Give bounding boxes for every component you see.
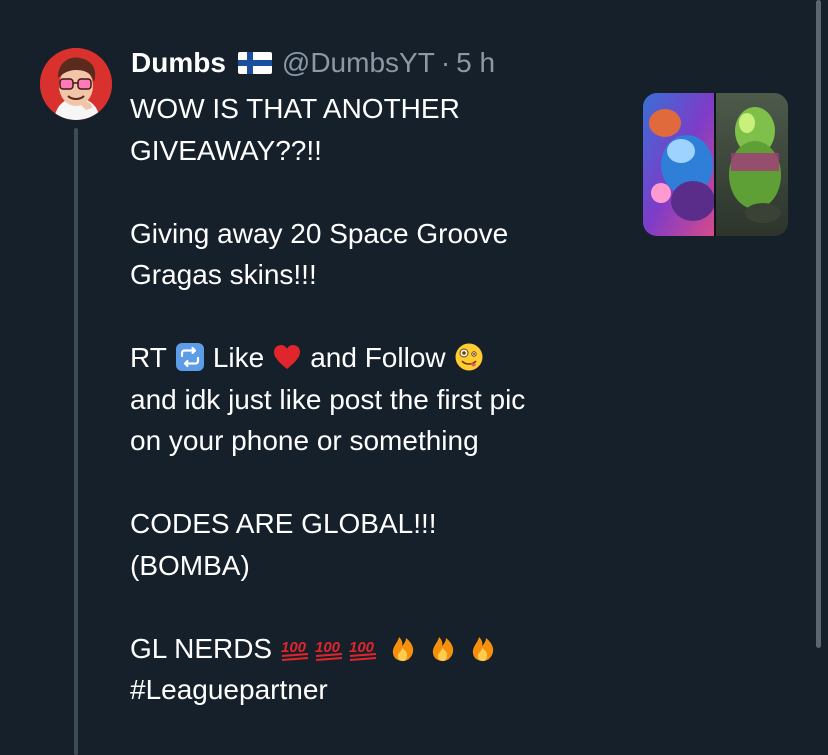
- hundred-points-emoji-icon: 100: [349, 639, 377, 661]
- tweet-header: Dumbs @DumbsYT · 5 h: [131, 45, 495, 81]
- like-text: Like: [212, 342, 265, 373]
- tweet-line: Giving away 20 Space Groove: [130, 217, 509, 249]
- tweet-line: Gragas skins!!!: [130, 259, 317, 290]
- tweet-text: WOW IS THAT ANOTHER GIVEAWAY??!! Giving …: [130, 88, 610, 711]
- separator-dot: ·: [440, 47, 451, 78]
- tweet-line: (BOMBA): [130, 549, 250, 581]
- retweet-emoji-icon: [175, 343, 204, 371]
- avatar-illustration-icon: [40, 48, 112, 120]
- fire-emoji-icon: [432, 636, 454, 661]
- hundred-points-emoji-icon: 100: [281, 639, 309, 661]
- tweet-line-engagement: RT Like and Follow: [130, 337, 610, 379]
- tweet-image-thumbnail[interactable]: [643, 93, 788, 236]
- author-handle[interactable]: @DumbsYT: [282, 45, 435, 81]
- gragas-skins-image: [643, 93, 788, 236]
- zany-face-emoji-icon: [455, 343, 483, 371]
- author-name[interactable]: Dumbs: [131, 45, 226, 81]
- finland-flag-icon: [237, 52, 272, 74]
- tweet-line-emojis: GL NERDS 100 100 100: [130, 628, 610, 670]
- fire-emoji-icon: [472, 636, 494, 661]
- thread-line: [74, 128, 78, 755]
- rt-text: RT: [130, 342, 167, 373]
- tweet-line: on your phone or something: [130, 425, 479, 456]
- tweet-line: WOW IS THAT ANOTHER: [130, 93, 460, 124]
- hundred-points-emoji-icon: 100: [315, 639, 343, 661]
- avatar[interactable]: [40, 48, 112, 120]
- follow-text: and Follow: [310, 342, 446, 373]
- tweet-line: and idk just like post the first pic: [130, 383, 526, 415]
- fire-emoji-icon: [392, 636, 414, 661]
- tweet-line: CODES ARE GLOBAL!!!: [130, 508, 437, 539]
- tweet-screen: Dumbs @DumbsYT · 5 h WOW IS THAT ANOTHER…: [0, 0, 828, 755]
- scrollbar[interactable]: [816, 0, 821, 648]
- hashtag-link[interactable]: #Leaguepartner: [130, 669, 610, 711]
- gl-nerds-text: GL NERDS: [130, 632, 273, 664]
- tweet-line: GIVEAWAY??!!: [130, 134, 322, 166]
- red-heart-emoji-icon: [274, 345, 301, 369]
- timestamp[interactable]: 5 h: [456, 45, 495, 81]
